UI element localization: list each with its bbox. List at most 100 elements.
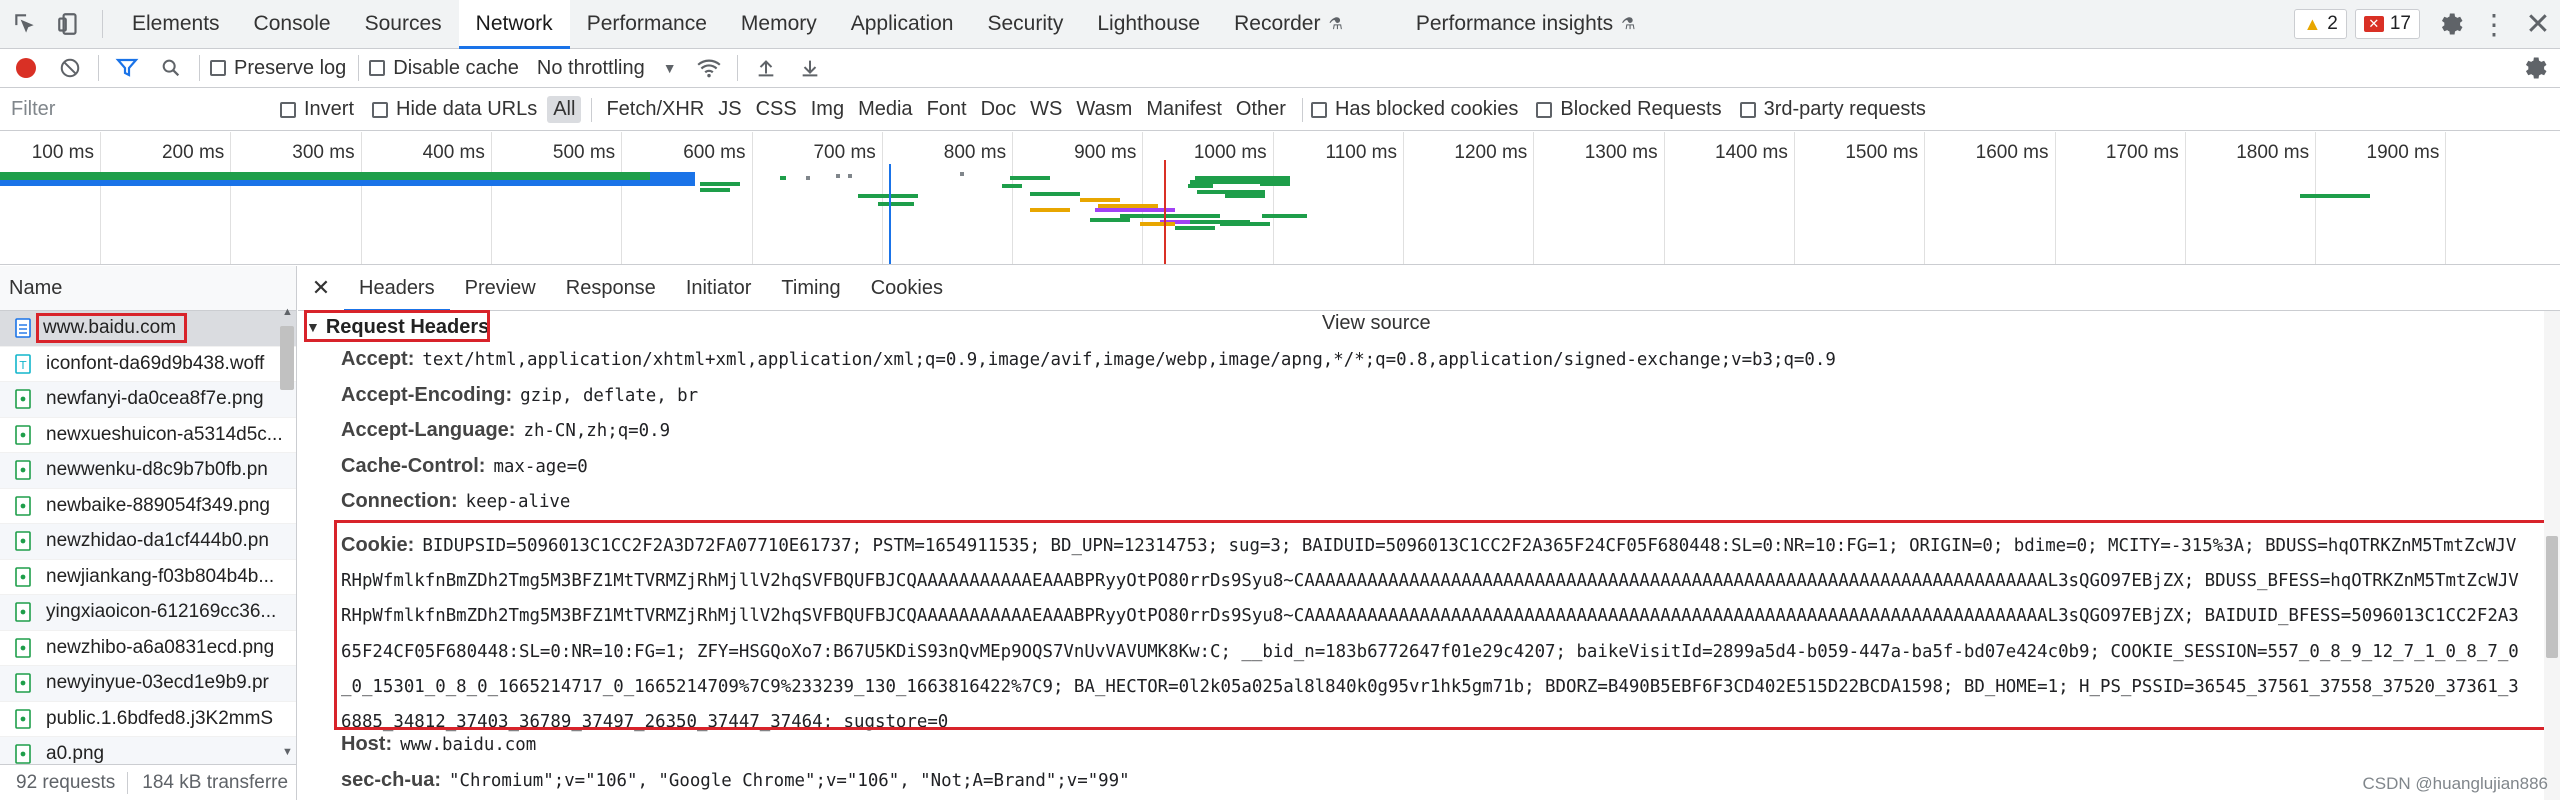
timeline-request-bar [1080,198,1120,202]
header-row: Connection: keep-alive [341,490,570,513]
filter-type-css[interactable]: CSS [750,96,803,123]
tab-lighthouse[interactable]: Lighthouse [1080,0,1217,48]
tab-label: Network [475,12,553,35]
tab-recorder[interactable]: Recorder ⚗ [1217,0,1399,48]
clear-icon[interactable] [52,50,88,86]
timeline-gridline [100,132,101,264]
detail-tab-headers[interactable]: Headers [344,266,450,312]
scrollbar-thumb[interactable] [2546,536,2558,658]
request-row[interactable]: newzhibo-a6a0831ecd.png [0,631,296,666]
filter-type-wasm[interactable]: Wasm [1070,96,1138,123]
import-har-upload-icon[interactable] [748,50,784,86]
request-row[interactable]: www.baidu.com [0,311,296,347]
name-column-header[interactable]: Name [0,266,296,311]
tab-security[interactable]: Security [970,0,1080,48]
detail-tab-initiator[interactable]: Initiator [671,266,767,311]
scroll-up-icon[interactable]: ▲ [282,306,293,318]
tab-sources[interactable]: Sources [348,0,459,48]
more-options-icon[interactable]: ⋮ [2472,2,2516,46]
blocked-requests-checkbox[interactable]: Blocked Requests [1536,98,1722,121]
svg-text:T: T [19,359,27,372]
filter-type-all[interactable]: All [547,96,582,123]
invert-checkbox[interactable]: Invert [280,98,354,121]
checkbox-box[interactable] [1310,101,1327,118]
throttling-select[interactable]: No throttling ▼ [537,57,677,80]
request-row[interactable]: newxueshuicon-a5314d5c... [0,418,296,453]
timeline-request-bar [848,174,852,178]
tab-performance[interactable]: Performance [570,0,724,48]
request-row[interactable]: yingxiaoicon-612169cc36... [0,595,296,631]
network-settings-gear-icon[interactable] [2512,46,2556,90]
filter-type-media[interactable]: Media [852,96,918,123]
warnings-badge[interactable]: ▲ 2 [2294,9,2347,39]
checkbox-box[interactable] [280,101,296,118]
settings-gear-icon[interactable] [2428,2,2472,46]
close-detail-icon[interactable]: ✕ [298,275,344,301]
experimental-flask-icon: ⚗ [1621,16,1636,33]
network-conditions-wifi-icon[interactable] [691,50,727,86]
filter-funnel-icon[interactable] [109,50,145,86]
request-row[interactable]: newfanyi-da0cea8f7e.png [0,382,296,418]
hide-data-urls-checkbox[interactable]: Hide data URLs [372,98,537,121]
filter-input[interactable] [5,92,280,127]
request-name: newxueshuicon-a5314d5c... [46,423,281,445]
timeline-request-bar [1095,208,1175,212]
detail-tabs: ✕ Headers Preview Response Initiator Timing C… [298,266,2560,312]
request-name: iconfont-da69d9b438.woff [46,352,265,374]
scrollbar-thumb[interactable] [280,326,294,390]
timeline-request-bar [1188,184,1213,188]
filter-type-fetchxhr[interactable]: Fetch/XHR [600,96,710,123]
request-list-scrollbar[interactable]: ▲ ▼ [280,306,294,758]
timeline-request-bar [878,202,914,206]
request-row[interactable]: newwenku-d8c9b7b0fb.pn [0,453,296,489]
export-har-download-icon[interactable] [792,50,828,86]
inspect-element-icon[interactable] [6,5,44,43]
request-row[interactable]: newzhidao-da1cf444b0.pn [0,524,296,560]
filter-type-doc[interactable]: Doc [975,96,1023,123]
record-icon[interactable] [8,50,44,86]
request-row[interactable]: newyinyue-03ecd1e9b9.pr [0,666,296,702]
third-party-requests-checkbox[interactable]: 3rd-party requests [1739,98,1926,121]
checkbox-box[interactable] [1536,101,1553,118]
timeline-request-bar [1190,220,1250,224]
toolbar-separator [98,55,99,81]
timeline-gridline [1012,132,1014,264]
disable-cache-checkbox[interactable]: Disable cache [369,57,519,80]
tab-console[interactable]: Console [237,0,348,48]
transferred-size: 184 kB transferre [127,771,296,794]
checkbox-box[interactable] [1739,101,1756,118]
detail-scrollbar[interactable] [2544,311,2560,800]
image-file-icon [14,602,32,623]
detail-tab-preview[interactable]: Preview [450,266,551,311]
preserve-log-checkbox[interactable]: Preserve log [210,57,346,80]
checkbox-box[interactable] [372,101,389,118]
request-row[interactable]: newbaike-889054f349.png [0,489,296,524]
filter-type-img[interactable]: Img [805,96,850,123]
errors-badge[interactable]: ✕ 17 [2354,9,2420,39]
request-row[interactable]: newjiankang-f03b804b4b... [0,560,296,595]
detail-tab-timing[interactable]: Timing [766,266,855,311]
tab-performance-insights[interactable]: Performance insights ⚗ [1399,0,1653,48]
detail-tab-response[interactable]: Response [551,266,671,311]
tab-application[interactable]: Application [834,0,971,48]
request-row[interactable]: public.1.6bdfed8.j3K2mmS [0,702,296,737]
filter-type-other[interactable]: Other [1230,96,1292,123]
detail-tab-cookies[interactable]: Cookies [856,266,958,311]
search-icon[interactable] [153,50,189,86]
scroll-down-icon[interactable]: ▼ [282,746,293,758]
filter-type-ws[interactable]: WS [1024,96,1068,123]
tab-network[interactable]: Network [458,0,570,49]
checkbox-box[interactable] [369,60,386,76]
device-toolbar-icon[interactable] [50,5,88,43]
tab-elements[interactable]: Elements [115,0,237,48]
has-blocked-cookies-checkbox[interactable]: Has blocked cookies [1310,98,1518,121]
checkbox-box[interactable] [210,60,226,76]
filter-type-manifest[interactable]: Manifest [1140,96,1228,123]
filter-type-js[interactable]: JS [712,96,747,123]
filter-type-font[interactable]: Font [921,96,973,123]
request-row[interactable]: Ticonfont-da69d9b438.woff [0,347,296,382]
tab-memory[interactable]: Memory [724,0,834,48]
close-devtools-icon[interactable]: ✕ [2516,2,2560,46]
timeline-overview[interactable]: 100 ms 200 ms 300 ms 400 ms 500 ms 600 ms 700 … [0,132,2560,265]
view-source-link[interactable]: View source [1322,312,1431,335]
